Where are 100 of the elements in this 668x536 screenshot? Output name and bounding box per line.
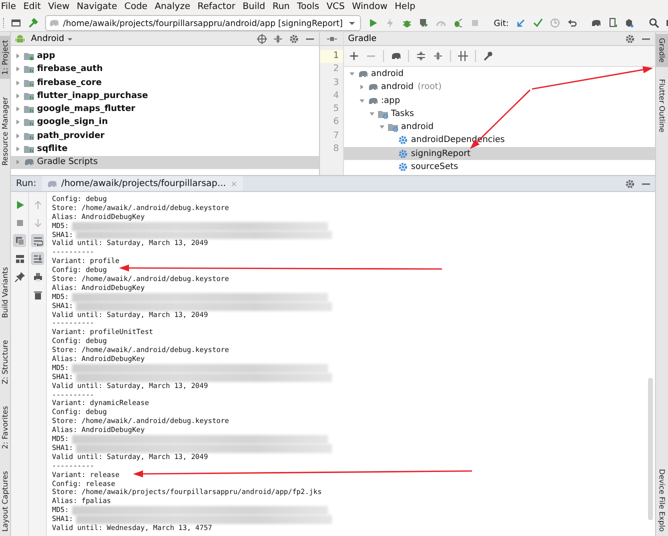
folder-icon [388,122,398,132]
menu-item[interactable]: Edit [23,2,41,12]
tree-item[interactable]: android [344,68,655,81]
folder-icon [24,78,34,88]
run-icon[interactable] [368,18,378,28]
tree-item[interactable]: android (root) [344,80,655,94]
bug-icon[interactable] [402,18,412,28]
menu-item[interactable]: VCS [326,2,345,12]
android-icon [15,34,25,44]
tree-item[interactable]: google_sign_in [11,116,319,129]
gear-icon [398,162,408,172]
triangle-down-icon[interactable] [378,123,386,132]
line-number: 6 [332,116,340,130]
triangle-down-icon[interactable] [368,110,376,118]
tree-item[interactable]: sourceSets [344,160,655,174]
elephant-icon [368,96,378,106]
bug-icon[interactable] [452,18,463,28]
settings-icon[interactable] [625,34,635,44]
folder-icon [24,117,34,128]
tree-item[interactable]: firebase_auth [11,62,319,76]
panel-title: Gradle [348,34,377,44]
menu-item[interactable]: File [1,2,16,12]
elephant-icon [368,82,378,92]
menu-item[interactable]: Tools [297,2,320,12]
folder-icon [378,108,388,119]
gear-icon [398,148,408,159]
locate-icon[interactable] [257,34,267,44]
line-number: 5 [332,103,340,116]
tree-item[interactable]: sqflite [11,142,319,156]
settings-icon[interactable] [625,178,635,188]
tree-item-note: (root) [416,82,442,92]
hammer-icon[interactable] [28,18,38,28]
triangle-right-icon[interactable] [14,158,22,166]
settings-icon[interactable] [289,34,299,44]
check-icon[interactable] [532,18,543,28]
device-icon[interactable] [608,18,618,28]
gear-icon [398,135,408,146]
menu-item[interactable]: View [48,2,70,12]
collapse-all-icon[interactable] [433,51,443,61]
menu-item[interactable]: Analyze [154,2,190,12]
menu-item[interactable]: Help [394,2,416,12]
add-icon[interactable] [349,51,359,61]
elephant-icon[interactable] [391,51,401,61]
run-tab[interactable]: /home/awaik/projects/fourpillarsap... [42,176,243,191]
coverage-icon[interactable] [418,18,429,28]
triangle-down-icon[interactable] [358,96,366,105]
tree-item[interactable]: path_provider [11,129,319,142]
triangle-right-icon[interactable] [14,105,22,114]
triangle-right-icon[interactable] [14,144,22,153]
folder-icon [24,130,34,141]
elephant-icon[interactable] [590,18,601,28]
elephant-icon [47,178,58,188]
triangle-right-icon[interactable] [358,83,366,92]
git-label: Git: [494,18,509,28]
clock-icon[interactable] [550,18,560,28]
tree-item[interactable]: android [344,120,655,134]
toggle-icon[interactable] [458,51,468,61]
line-number: 2 [332,63,340,76]
line-number: 4 [332,90,340,103]
tree-item[interactable]: flutter_inapp_purchase [11,89,319,102]
tree-item[interactable]: Gradle Scripts [11,156,319,169]
triangle-right-icon[interactable] [14,132,22,140]
tree-item[interactable]: app [11,50,319,63]
tree-item[interactable]: :app [344,94,655,108]
triangle-right-icon[interactable] [14,52,22,60]
triangle-right-icon[interactable] [14,78,22,87]
download-icon[interactable] [624,18,635,28]
triangle-right-icon[interactable] [14,118,22,126]
arrow-icon[interactable] [516,18,526,28]
line-number: 8 [332,142,340,156]
folder-icon [24,51,34,62]
menu-item[interactable]: Refactor [198,2,236,12]
menu-item[interactable]: Run [272,2,290,12]
elephant-icon [49,18,59,28]
search-icon[interactable] [648,18,659,28]
window-icon[interactable] [11,18,21,28]
close-icon[interactable] [230,180,238,188]
triangle-right-icon[interactable] [14,92,22,100]
tree-item[interactable]: signingReport [344,147,655,160]
expand-all-icon[interactable] [416,51,426,61]
scrollbar-thumb[interactable] [648,378,653,520]
menu-item[interactable]: Navigate [76,2,118,12]
tree-item[interactable]: firebase_core [11,76,319,90]
folder-icon [24,104,34,114]
elephant-icon [24,157,34,168]
line-number: 7 [332,130,340,142]
menu-item[interactable]: Build [242,2,266,12]
undo-icon[interactable] [566,18,577,28]
tree-item[interactable]: google_maps_flutter [11,102,319,116]
folder-icon [24,90,34,101]
wrench-icon[interactable] [483,51,493,61]
triangle-right-icon[interactable] [14,65,22,74]
folder-icon [24,144,34,154]
triangle-down-icon[interactable] [348,70,356,78]
menu-item[interactable]: Window [352,2,388,12]
menu-item[interactable]: Code [124,2,148,12]
view-dropdown[interactable]: Android [31,34,74,44]
collapse-all-icon[interactable] [273,34,283,44]
tree-item[interactable]: Tasks [344,107,655,120]
run-configuration-dropdown[interactable]: /home/awaik/projects/fourpillarsappru/android/app [signingReport] [45,14,361,30]
